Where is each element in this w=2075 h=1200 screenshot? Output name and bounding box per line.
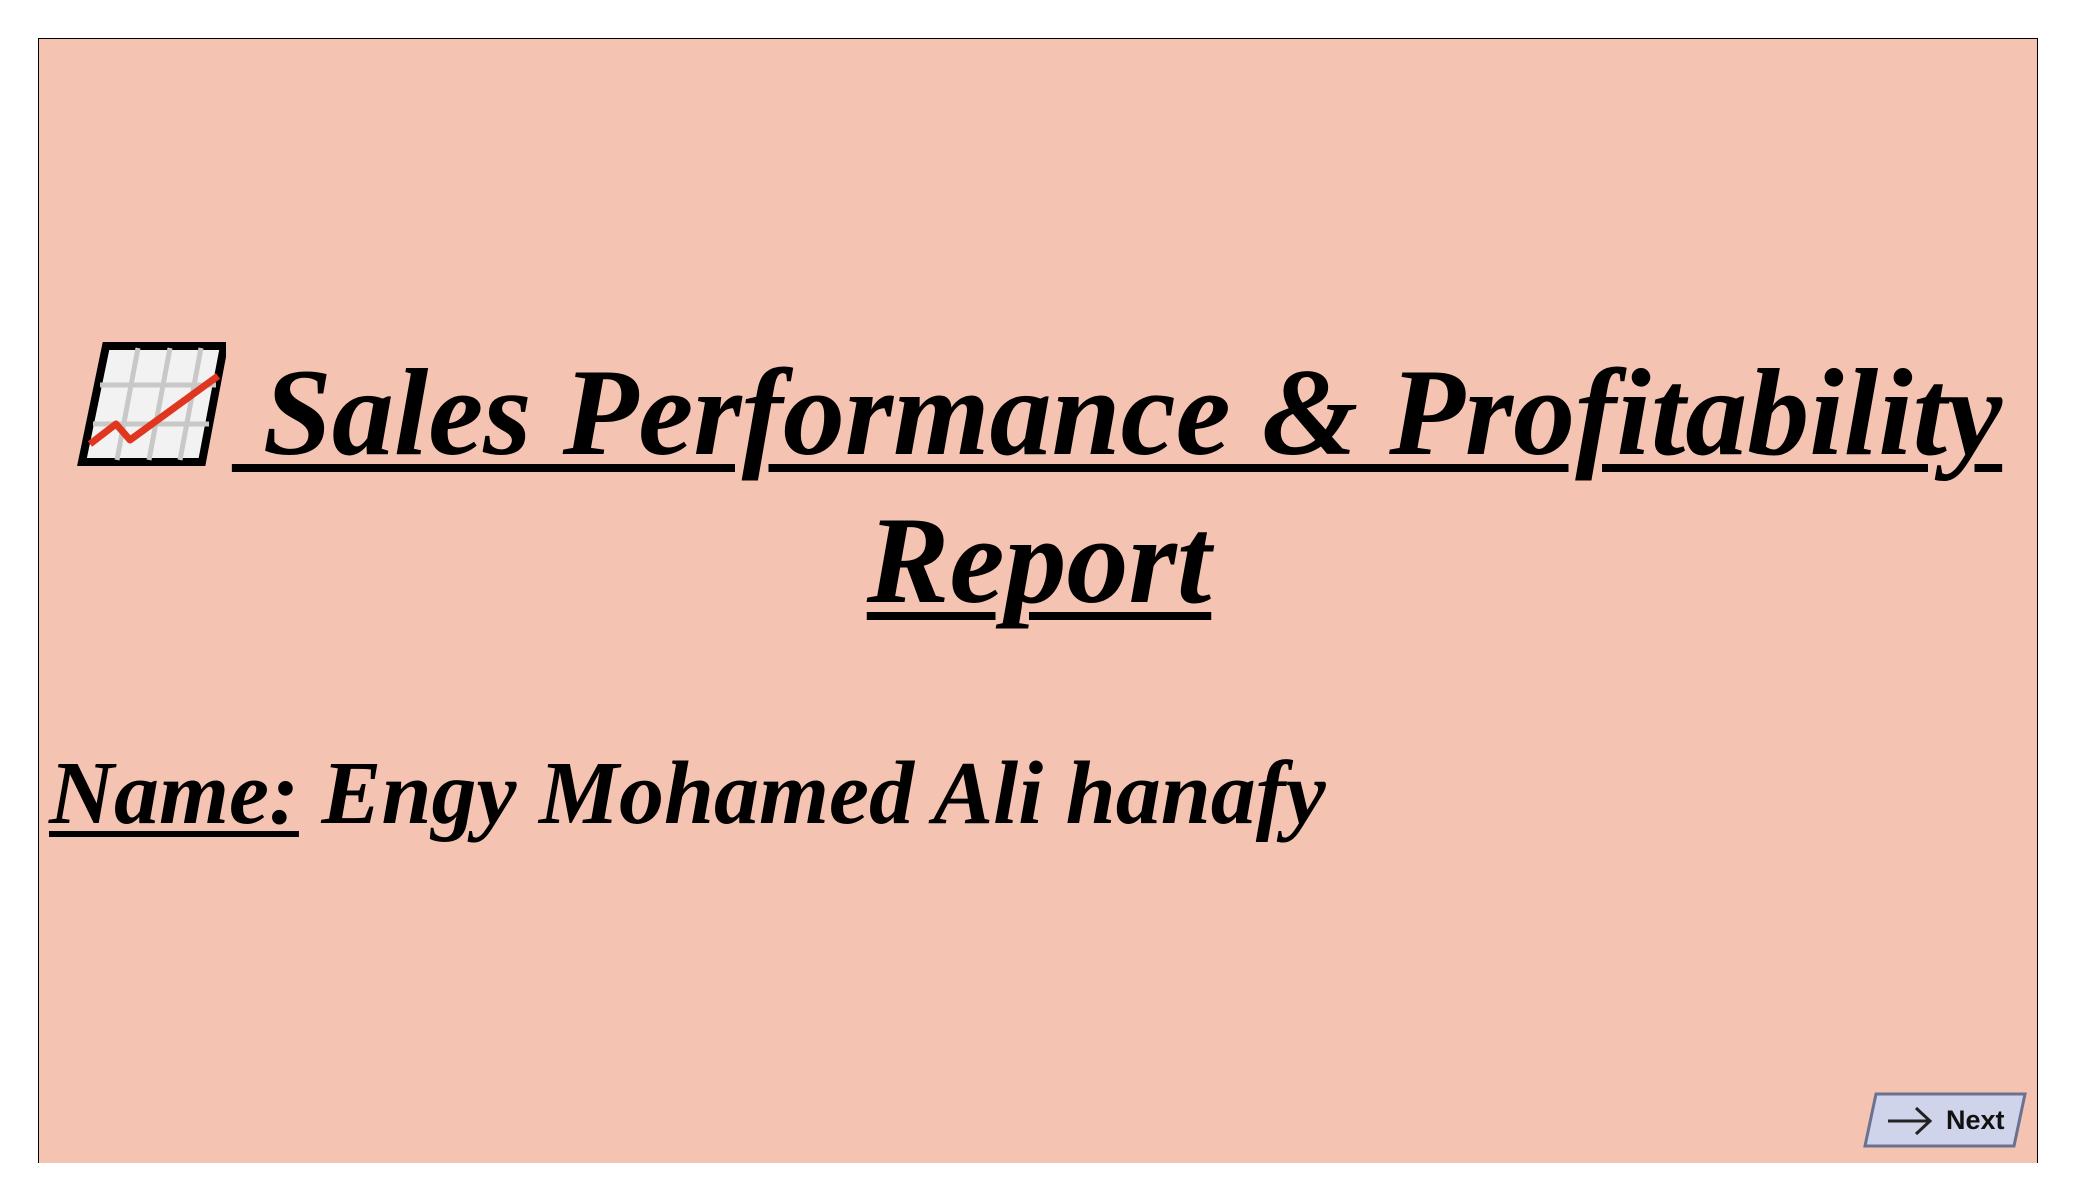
arrow-right-icon [1888, 1106, 1933, 1136]
chart-increasing-icon [76, 342, 226, 466]
slide-canvas: Sales Performance & Profitability Report… [38, 38, 2038, 1163]
author-name: Engy Mohamed Ali hanafy [298, 744, 1326, 843]
next-button-label: Next [1946, 1105, 2005, 1135]
next-button[interactable]: Next [1862, 1091, 2028, 1149]
author-line: Name: Engy Mohamed Ali hanafy [49, 739, 1326, 849]
author-label: Name: [49, 744, 299, 843]
report-title: Sales Performance & Profitability Report [39, 339, 2039, 635]
report-title-text: Sales Performance & Profitability Report [231, 344, 2003, 629]
